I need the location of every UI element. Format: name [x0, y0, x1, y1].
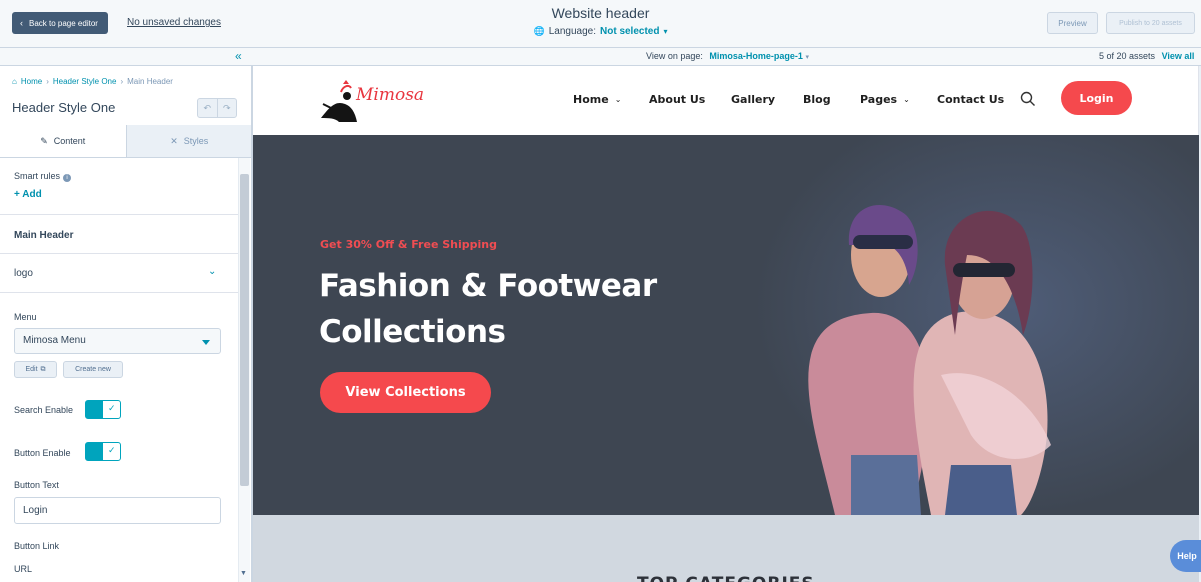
hero-title-line-1: Fashion & Footwear — [319, 268, 657, 304]
globe-icon: 🌐 — [533, 26, 545, 36]
hero-section: Get 30% Off & Free Shipping Fashion & Fo… — [253, 135, 1199, 515]
nav-pages-label: Pages — [860, 93, 898, 106]
page-preview: Mimosa Home ⌄ About Us Gallery Blog Pages… — [252, 66, 1201, 582]
editor-top-bar: ‹ Back to page editor No unsaved changes… — [0, 0, 1201, 48]
hero-title: Fashion & Footwear Collections — [319, 263, 657, 355]
chevron-down-icon: ⌄ — [614, 95, 622, 104]
search-enable-label: Search Enable — [14, 405, 74, 415]
nav-item-home[interactable]: Home ⌄ — [573, 93, 621, 106]
button-link-label: Button Link — [14, 541, 60, 551]
publish-button[interactable]: Publish to 20 assets — [1106, 12, 1195, 34]
language-selector[interactable]: 🌐 Language: Not selected ▾ — [0, 26, 1201, 37]
add-label: Add — [22, 189, 42, 200]
edit-menu-label: Edit — [25, 366, 38, 373]
nav-item-about[interactable]: About Us — [649, 93, 705, 106]
menu-select[interactable]: Mimosa Menu — [14, 328, 221, 354]
editor-sub-bar: « View on page: Mimosa-Home-page-1 ▾ 5 o… — [0, 48, 1201, 66]
hero-models-image — [731, 135, 1199, 515]
language-label: Language: — [548, 26, 596, 37]
logo-text: Mimosa — [356, 85, 425, 105]
add-smart-rule-button[interactable]: + Add — [14, 189, 42, 200]
button-enable-toggle[interactable]: ✓ — [85, 442, 121, 461]
chevron-down-icon: ⌄ — [903, 95, 910, 104]
search-icon[interactable] — [1020, 91, 1036, 107]
nav-item-gallery[interactable]: Gallery — [731, 93, 775, 106]
nav-home-label: Home — [573, 93, 609, 106]
styles-icon: ✕ — [170, 135, 178, 146]
button-text-input[interactable]: Login — [14, 497, 221, 524]
page-title: Website header — [551, 5, 650, 21]
assets-counter: 5 of 20 assets View all — [1099, 51, 1194, 61]
breadcrumb-home[interactable]: Home — [21, 77, 42, 86]
view-on-value[interactable]: Mimosa-Home-page-1 — [709, 51, 803, 61]
hero-title-line-2: Collections — [319, 314, 506, 350]
smart-rules-text: Smart rules — [14, 171, 61, 181]
collapse-sidebar-icon[interactable]: « — [235, 50, 242, 62]
caret-down-icon: ▾ — [805, 54, 809, 61]
search-enable-toggle[interactable]: ✓ — [85, 400, 121, 419]
menu-select-value: Mimosa Menu — [23, 335, 86, 346]
module-sidebar: ⌂ Home › Header Style One › Main Header … — [0, 66, 252, 582]
edit-menu-button[interactable]: Edit ⧉ — [14, 361, 57, 378]
plus-icon: + — [14, 189, 20, 200]
nav-item-blog[interactable]: Blog — [803, 93, 831, 106]
breadcrumb-current: Main Header — [127, 77, 173, 86]
assets-count: 5 of 20 assets — [1099, 51, 1156, 61]
logo-group-toggle[interactable]: logo — [14, 268, 33, 279]
module-title: Header Style One — [12, 100, 116, 115]
breadcrumb-header-style[interactable]: Header Style One — [53, 77, 117, 86]
toggle-knob — [86, 443, 103, 460]
sidebar-scroll-thumb[interactable] — [240, 174, 249, 486]
sidebar-tabs: ✎ Content ✕ Styles — [0, 125, 251, 158]
nav-item-contact[interactable]: Contact Us — [937, 93, 1004, 106]
external-link-icon: ⧉ — [40, 365, 46, 373]
button-enable-label: Button Enable — [14, 448, 71, 458]
divider — [0, 292, 238, 293]
breadcrumb: ⌂ Home › Header Style One › Main Header — [12, 77, 173, 86]
scroll-down-icon[interactable]: ▼ — [240, 570, 247, 577]
hero-promo-text: Get 30% Off & Free Shipping — [320, 238, 497, 251]
view-on-label: View on page: — [646, 51, 703, 61]
site-login-button[interactable]: Login — [1061, 81, 1132, 115]
site-header[interactable]: Mimosa Home ⌄ About Us Gallery Blog Pages… — [253, 66, 1199, 135]
tab-styles-label: Styles — [183, 136, 209, 146]
tab-content-label: Content — [53, 136, 86, 146]
check-icon: ✓ — [108, 403, 116, 413]
toggle-knob — [86, 401, 103, 418]
info-icon[interactable]: i — [63, 174, 72, 182]
undo-redo-group: ↶ ↷ — [197, 98, 237, 118]
editor-title-area: Website header 🌐 Language: Not selected … — [0, 5, 1201, 37]
nav-item-pages[interactable]: Pages ⌄ — [860, 93, 910, 106]
check-icon: ✓ — [108, 445, 116, 455]
tab-content[interactable]: ✎ Content — [0, 125, 127, 157]
language-value[interactable]: Not selected — [600, 26, 659, 37]
caret-down-icon: ▾ — [663, 27, 668, 36]
view-on-page-selector[interactable]: View on page: Mimosa-Home-page-1 ▾ — [646, 51, 809, 61]
breadcrumb-separator: › — [46, 77, 49, 86]
categories-section: TOP CATEGORIES — [253, 515, 1199, 582]
menu-label: Menu — [14, 312, 37, 322]
dropdown-arrow-icon — [202, 340, 210, 345]
breadcrumb-separator: › — [120, 77, 124, 86]
undo-icon[interactable]: ↶ — [198, 99, 217, 117]
help-button[interactable]: Help — [1170, 540, 1201, 572]
button-text-label: Button Text — [14, 480, 59, 490]
main-header-label: Main Header — [14, 230, 74, 241]
create-new-menu-button[interactable]: Create new — [63, 361, 123, 378]
categories-heading: TOP CATEGORIES — [637, 574, 815, 582]
home-icon: ⌂ — [12, 77, 17, 86]
preview-button[interactable]: Preview — [1047, 12, 1098, 34]
tab-styles[interactable]: ✕ Styles — [126, 125, 251, 157]
divider — [0, 214, 238, 215]
url-label: URL — [14, 564, 33, 574]
divider — [0, 253, 238, 254]
pencil-icon: ✎ — [40, 135, 48, 146]
chevron-down-icon[interactable]: ⌄ — [208, 266, 216, 277]
smart-rules-label: Smart rules i — [14, 171, 72, 182]
view-collections-button[interactable]: View Collections — [320, 372, 491, 413]
redo-icon[interactable]: ↷ — [216, 99, 237, 117]
view-all-link[interactable]: View all — [1162, 51, 1195, 61]
